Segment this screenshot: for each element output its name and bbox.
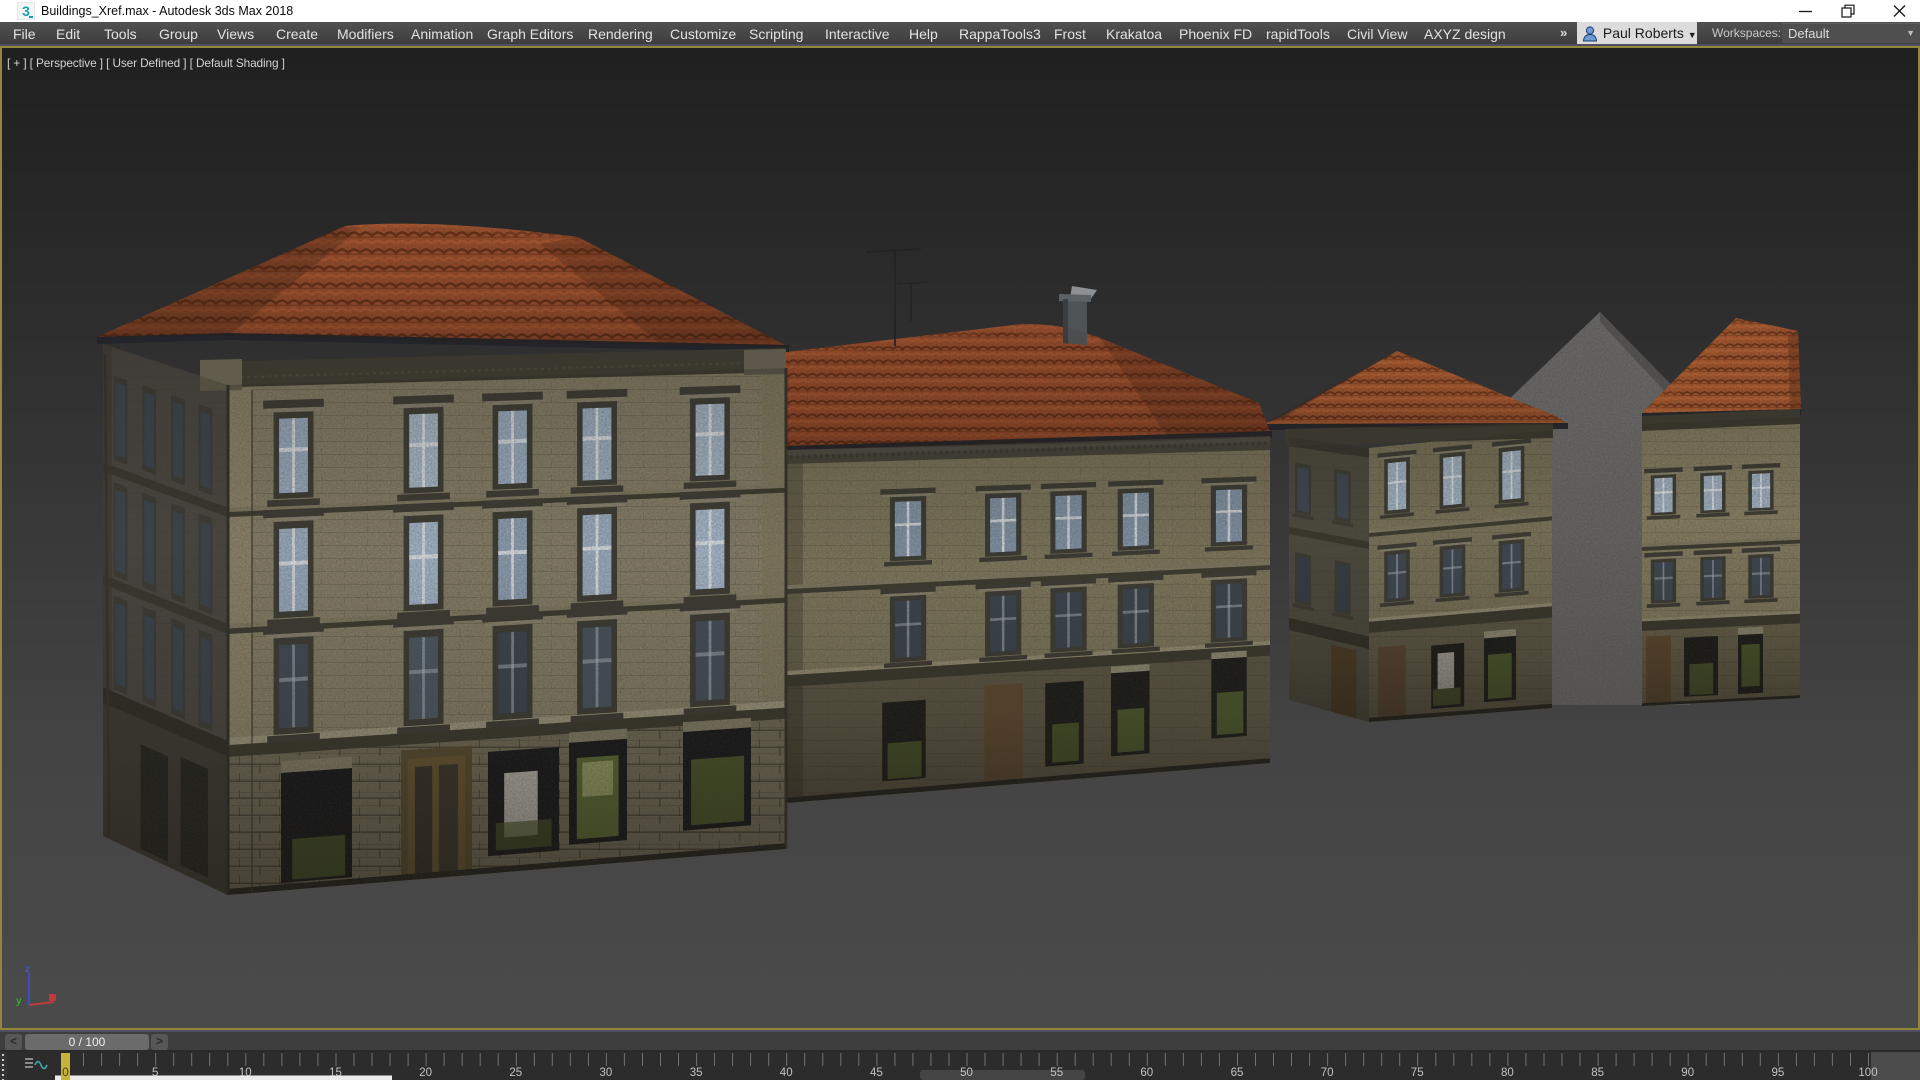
svg-text:15: 15 bbox=[329, 1067, 342, 1079]
svg-text:30: 30 bbox=[600, 1067, 613, 1079]
svg-text:50: 50 bbox=[960, 1067, 973, 1079]
svg-text:60: 60 bbox=[1140, 1067, 1153, 1079]
svg-text:0: 0 bbox=[62, 1065, 69, 1079]
svg-text:35: 35 bbox=[690, 1067, 703, 1079]
svg-text:100: 100 bbox=[1858, 1067, 1877, 1079]
svg-text:85: 85 bbox=[1591, 1067, 1604, 1079]
svg-text:25: 25 bbox=[509, 1067, 522, 1079]
svg-text:z: z bbox=[25, 964, 30, 975]
svg-text:20: 20 bbox=[419, 1067, 432, 1079]
svg-text:65: 65 bbox=[1231, 1067, 1244, 1079]
svg-text:y: y bbox=[16, 996, 22, 1007]
svg-text:80: 80 bbox=[1501, 1067, 1514, 1079]
svg-text:95: 95 bbox=[1772, 1067, 1785, 1079]
svg-text:40: 40 bbox=[780, 1067, 793, 1079]
svg-text:75: 75 bbox=[1411, 1067, 1424, 1079]
svg-text:45: 45 bbox=[870, 1067, 883, 1079]
svg-text:5: 5 bbox=[152, 1067, 158, 1079]
svg-text:70: 70 bbox=[1321, 1067, 1334, 1079]
svg-text:10: 10 bbox=[239, 1067, 252, 1079]
svg-text:55: 55 bbox=[1050, 1067, 1063, 1079]
svg-text:90: 90 bbox=[1681, 1067, 1694, 1079]
